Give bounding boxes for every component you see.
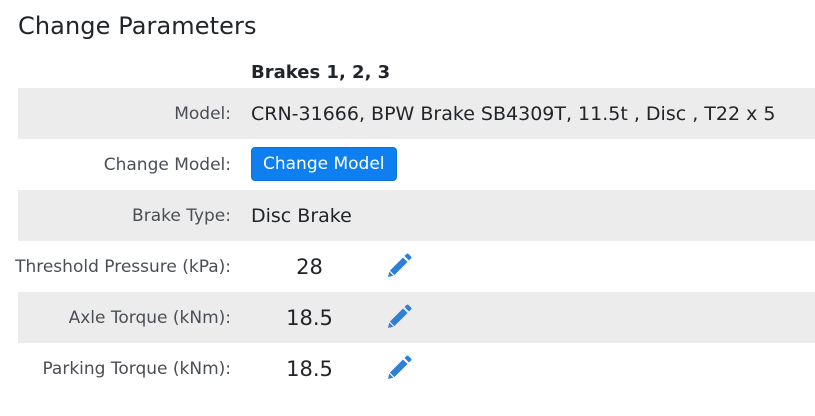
- parameters-table: Brakes 1, 2, 3 Model: CRN-31666, BPW Bra…: [15, 56, 815, 394]
- axle-torque-value: 18.5: [286, 305, 333, 330]
- pencil-icon[interactable]: [384, 304, 412, 332]
- threshold-pressure-label: Threshold Pressure (kPa):: [15, 256, 231, 277]
- row-model: Model: CRN-31666, BPW Brake SB4309T, 11.…: [18, 88, 815, 139]
- column-header-brakes: Brakes 1, 2, 3: [251, 61, 391, 83]
- row-parking-torque: Parking Torque (kNm): 18.5: [18, 343, 815, 394]
- change-model-button[interactable]: Change Model: [251, 147, 397, 181]
- pencil-icon[interactable]: [384, 355, 412, 383]
- threshold-pressure-value: 28: [296, 254, 323, 279]
- parking-torque-label: Parking Torque (kNm):: [42, 358, 231, 379]
- axle-torque-label: Axle Torque (kNm):: [68, 307, 231, 328]
- row-axle-torque: Axle Torque (kNm): 18.5: [18, 292, 815, 343]
- row-threshold-pressure: Threshold Pressure (kPa): 28: [15, 241, 815, 292]
- model-value: CRN-31666, BPW Brake SB4309T, 11.5t , Di…: [251, 102, 776, 125]
- parking-torque-value: 18.5: [286, 356, 333, 381]
- row-brake-type: Brake Type: Disc Brake: [18, 190, 815, 241]
- pencil-icon[interactable]: [384, 253, 412, 281]
- brake-type-label: Brake Type:: [132, 205, 231, 226]
- model-label: Model:: [174, 103, 231, 124]
- brake-type-value: Disc Brake: [251, 204, 352, 227]
- page-title: Change Parameters: [18, 12, 257, 40]
- change-model-label: Change Model:: [103, 154, 231, 175]
- table-header-row: Brakes 1, 2, 3: [18, 56, 815, 88]
- row-change-model: Change Model: Change Model: [18, 139, 815, 190]
